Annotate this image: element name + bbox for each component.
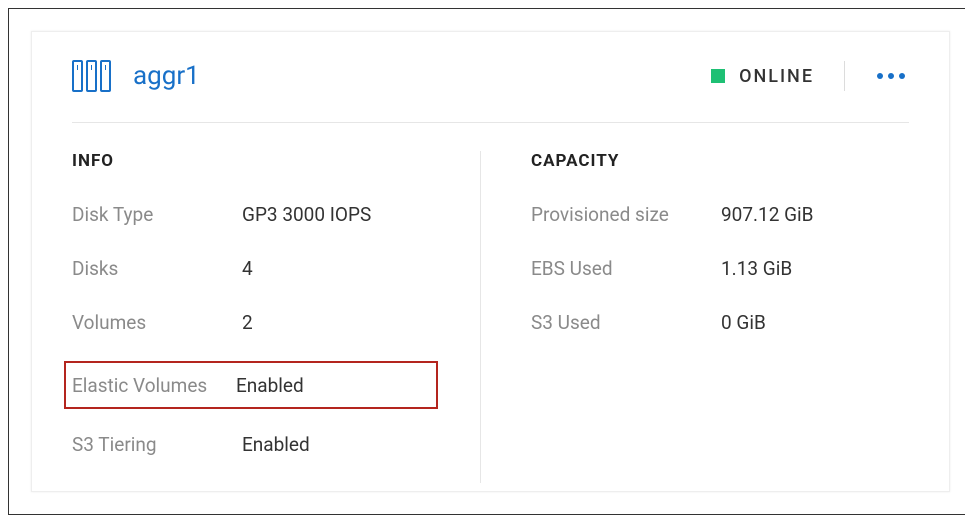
value: GP3 3000 IOPS	[242, 203, 371, 226]
highlight-box: Elastic Volumes Enabled	[64, 361, 438, 409]
label: Volumes	[72, 311, 242, 334]
value: 2	[242, 311, 253, 334]
aggregate-title[interactable]: aggr1	[133, 61, 711, 91]
info-row-disks: Disks 4	[72, 253, 450, 283]
value: 0 GiB	[721, 311, 766, 334]
capacity-row-ebs-used: EBS Used 1.13 GiB	[531, 253, 909, 283]
value: 1.13 GiB	[721, 257, 792, 280]
value: Enabled	[242, 433, 310, 456]
page-frame: aggr1 ONLINE INFO Disk Type GP3 3000 IOP…	[8, 8, 965, 515]
info-row-disk-type: Disk Type GP3 3000 IOPS	[72, 199, 450, 229]
label: Elastic Volumes	[72, 374, 236, 397]
label: Disks	[72, 257, 242, 280]
capacity-heading: CAPACITY	[531, 151, 909, 171]
value: Enabled	[236, 374, 304, 397]
card-header: aggr1 ONLINE	[72, 60, 909, 123]
capacity-row-provisioned: Provisioned size 907.12 GiB	[531, 199, 909, 229]
more-actions-button[interactable]	[873, 69, 909, 83]
status-indicator: ONLINE	[711, 66, 814, 87]
info-row-elastic-volumes: Elastic Volumes Enabled	[72, 365, 430, 405]
value: 4	[242, 257, 253, 280]
label: EBS Used	[531, 257, 721, 280]
ellipsis-icon	[877, 73, 883, 79]
value: 907.12 GiB	[721, 203, 814, 226]
aggregate-icon	[72, 60, 111, 92]
label: S3 Used	[531, 311, 721, 334]
info-heading: INFO	[72, 151, 450, 171]
capacity-column: CAPACITY Provisioned size 907.12 GiB EBS…	[481, 151, 909, 483]
aggregate-card: aggr1 ONLINE INFO Disk Type GP3 3000 IOP…	[31, 31, 950, 492]
status-dot-icon	[711, 69, 725, 83]
card-body: INFO Disk Type GP3 3000 IOPS Disks 4 Vol…	[72, 123, 909, 483]
label: Provisioned size	[531, 203, 721, 226]
divider	[844, 61, 845, 91]
status-text: ONLINE	[739, 66, 814, 87]
info-column: INFO Disk Type GP3 3000 IOPS Disks 4 Vol…	[72, 151, 481, 483]
label: Disk Type	[72, 203, 242, 226]
ellipsis-icon	[899, 73, 905, 79]
capacity-row-s3-used: S3 Used 0 GiB	[531, 307, 909, 337]
info-row-s3-tiering: S3 Tiering Enabled	[72, 429, 450, 459]
label: S3 Tiering	[72, 433, 242, 456]
ellipsis-icon	[888, 73, 894, 79]
info-row-volumes: Volumes 2	[72, 307, 450, 337]
